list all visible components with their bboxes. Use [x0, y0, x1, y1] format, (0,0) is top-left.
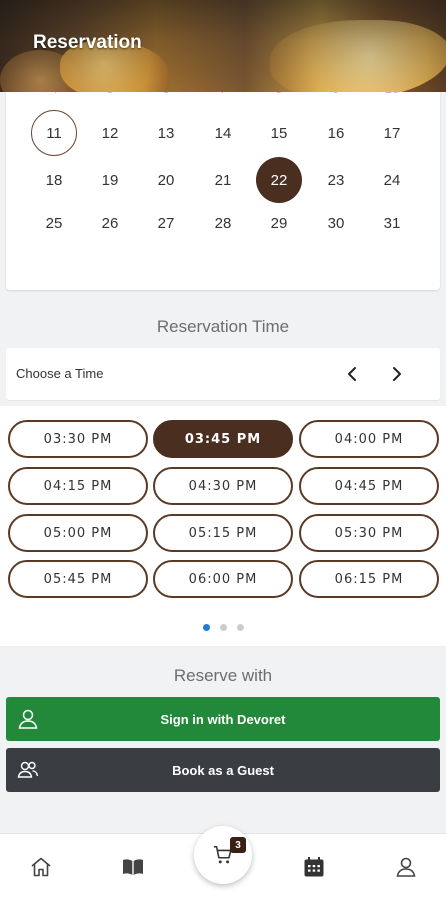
cart-button[interactable]: 3 — [194, 826, 252, 884]
sign-in-button[interactable]: Sign in with Devoret — [6, 697, 440, 741]
calendar-day[interactable]: 17 — [369, 110, 415, 156]
calendar-day[interactable]: 12 — [87, 110, 133, 156]
calendar-day[interactable]: 16 — [313, 110, 359, 156]
time-slot[interactable]: 05:45 PM — [8, 560, 148, 598]
calendar-day[interactable]: 20 — [143, 157, 189, 203]
calendar-day[interactable]: 23 — [313, 157, 359, 203]
home-icon — [31, 857, 51, 877]
time-slot[interactable]: 06:00 PM — [153, 560, 293, 598]
nav-home[interactable] — [26, 852, 56, 882]
menu-book-icon — [123, 859, 143, 875]
calendar-day[interactable]: 30 — [313, 200, 359, 246]
user-icon — [18, 709, 38, 729]
pagination-dot[interactable] — [236, 624, 244, 631]
users-icon — [17, 761, 39, 778]
time-slot[interactable]: 04:00 PM — [299, 420, 439, 458]
choose-time-label: Choose a Time — [16, 366, 104, 381]
calendar-day[interactable]: 21 — [200, 157, 246, 203]
time-slot[interactable]: 04:30 PM — [153, 467, 293, 505]
sign-in-label: Sign in with Devoret — [160, 711, 286, 727]
calendar-day[interactable]: 31 — [369, 200, 415, 246]
time-slot[interactable]: 04:45 PM — [299, 467, 439, 505]
time-slot[interactable]: 05:15 PM — [153, 514, 293, 552]
calendar-card: 4567891011121314151617181920212223242526… — [6, 70, 440, 290]
time-slot[interactable]: 05:30 PM — [299, 514, 439, 552]
calendar-day[interactable]: 27 — [143, 200, 189, 246]
chevron-left-icon — [348, 367, 356, 381]
time-slot[interactable]: 03:30 PM — [8, 420, 148, 458]
prev-arrow-button[interactable] — [338, 360, 366, 388]
cart-count-badge: 3 — [230, 837, 246, 853]
pagination-dot[interactable] — [219, 624, 227, 631]
calendar-day[interactable]: 14 — [200, 110, 246, 156]
next-arrow-button[interactable] — [383, 360, 411, 388]
calendar-day[interactable]: 29 — [256, 200, 302, 246]
time-slot-selected[interactable]: 03:45 PM — [153, 420, 293, 458]
time-slot[interactable]: 06:15 PM — [299, 560, 439, 598]
reserve-with-heading: Reserve with — [173, 666, 273, 685]
time-slot[interactable]: 05:00 PM — [8, 514, 148, 552]
calendar-day[interactable]: 13 — [143, 110, 189, 156]
calendar-day[interactable]: 15 — [256, 110, 302, 156]
book-as-guest-button[interactable]: Book as a Guest — [6, 748, 440, 792]
calendar-day[interactable]: 18 — [31, 157, 77, 203]
time-slots-panel: 03:30 PM 03:45 PM 04:00 PM 04:15 PM 04:30 PM… — [0, 406, 446, 646]
nav-profile[interactable] — [391, 852, 421, 882]
reservation-time-heading: Reservation Time — [156, 317, 290, 336]
calendar-day[interactable]: 24 — [369, 157, 415, 203]
page-title: Reservation — [33, 32, 142, 53]
time-slot[interactable]: 04:15 PM — [8, 467, 148, 505]
pagination-dot[interactable] — [202, 624, 210, 631]
calendar-day[interactable]: 26 — [87, 200, 133, 246]
time-chooser-header: Choose a Time — [6, 348, 440, 400]
guest-label: Book as a Guest — [172, 762, 274, 778]
header-banner: Reservation — [0, 0, 446, 92]
calendar-day[interactable]: 28 — [200, 200, 246, 246]
calendar-icon — [304, 857, 324, 877]
user-icon — [396, 857, 416, 877]
chevron-right-icon — [393, 367, 401, 381]
calendar-day[interactable]: 25 — [31, 200, 77, 246]
calendar-day-selected[interactable]: 22 — [256, 157, 302, 203]
calendar-day-today[interactable]: 11 — [31, 110, 77, 156]
pagination-dots — [0, 624, 446, 631]
nav-reservation[interactable] — [299, 852, 329, 882]
calendar-day[interactable]: 19 — [87, 157, 133, 203]
nav-menu[interactable] — [118, 852, 148, 882]
